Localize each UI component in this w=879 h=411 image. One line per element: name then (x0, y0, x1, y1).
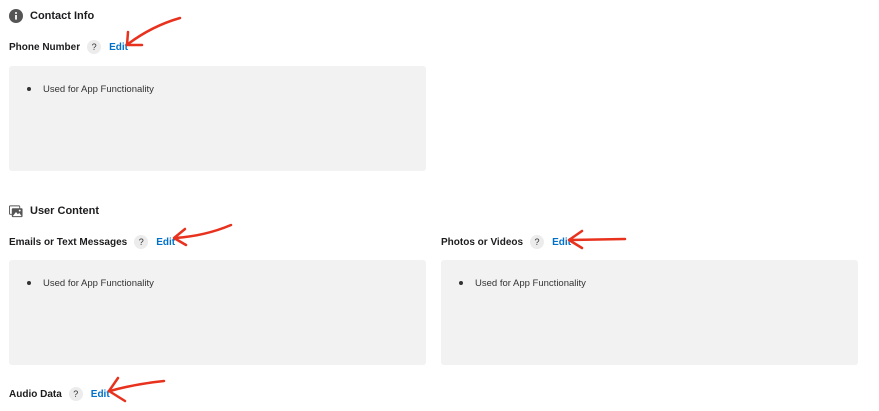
annotation-arrows (107, 16, 627, 403)
arrow-icon (125, 16, 182, 47)
app-privacy-page: Contact Info Phone Number ? Edit Used fo… (0, 0, 879, 411)
arrow-icon (172, 223, 233, 247)
arrow-icon (107, 376, 166, 403)
arrow-icon (567, 229, 627, 250)
